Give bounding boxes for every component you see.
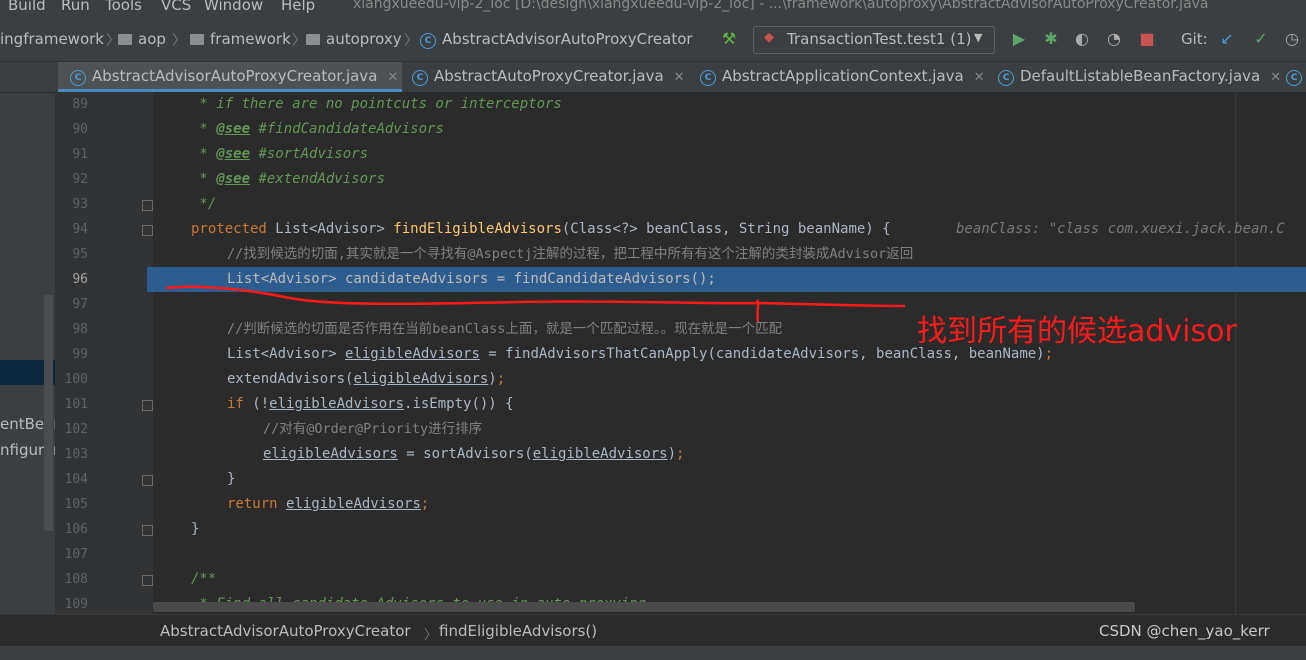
watermark: CSDN @chen_yao_kerr: [1099, 622, 1270, 640]
chevron-right-icon: 〉: [424, 628, 438, 643]
bottom-tool-strip: [0, 646, 1306, 660]
editor-breadcrumb-bar: AbstractAdvisorAutoProxyCreator 〉 findEl…: [0, 614, 1306, 647]
status-breadcrumb-method[interactable]: findEligibleAdvisors(): [439, 622, 597, 640]
arrow-stroke: [755, 299, 760, 323]
annotation-text: 找到所有的候选advisor: [917, 314, 1237, 349]
status-breadcrumb-class[interactable]: AbstractAdvisorAutoProxyCreator: [160, 622, 411, 640]
underline-stroke: [165, 285, 906, 308]
